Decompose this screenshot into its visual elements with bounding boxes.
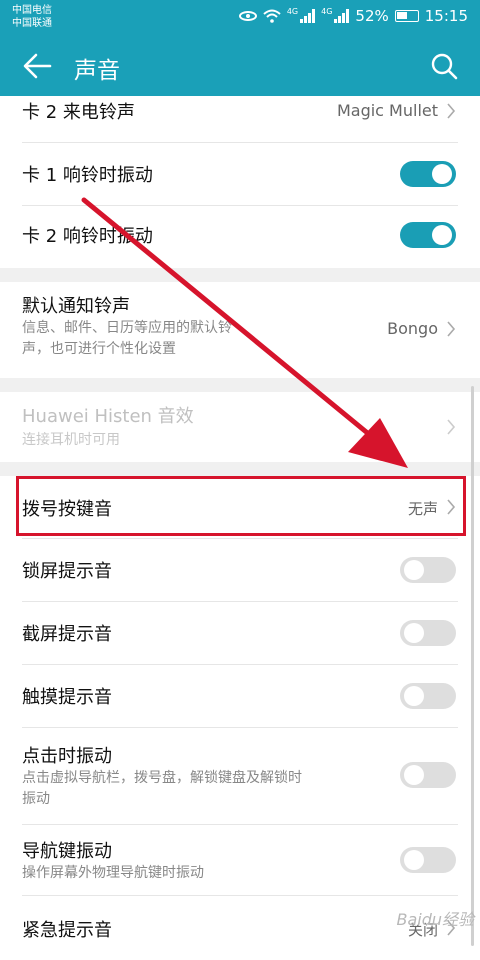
screenshot-sound-toggle[interactable] bbox=[400, 620, 456, 646]
page-title: 声音 bbox=[74, 58, 120, 84]
row-title: 锁屏提示音 bbox=[22, 561, 112, 582]
highlight-box bbox=[16, 476, 466, 536]
settings-row-lock-sound[interactable]: 锁屏提示音 bbox=[0, 539, 480, 601]
card2-vibrate-toggle[interactable] bbox=[400, 222, 456, 248]
row-subtitle: 点击虚拟导航栏，拨号盘，解锁键盘及解锁时 振动 bbox=[22, 770, 302, 807]
battery-icon bbox=[394, 10, 419, 22]
battery-percent: 52% bbox=[355, 7, 389, 25]
carrier-info: 中国电信 中国联通 bbox=[12, 4, 52, 30]
carrier-1: 中国电信 bbox=[12, 5, 52, 16]
row-value: Bongo bbox=[387, 319, 438, 338]
network-type-2: 4G bbox=[321, 7, 333, 16]
touch-sound-toggle[interactable] bbox=[400, 683, 456, 709]
settings-row-histen: Huawei Histen 音效 连接耳机时可用 bbox=[0, 392, 480, 462]
settings-row-navkey-vibrate[interactable]: 导航键振动 操作屏幕外物理导航键时振动 bbox=[0, 825, 480, 895]
settings-row-screenshot-sound[interactable]: 截屏提示音 bbox=[0, 602, 480, 664]
toggle-knob bbox=[404, 765, 424, 785]
section-gap bbox=[0, 268, 480, 282]
eye-comfort-icon bbox=[238, 11, 257, 21]
settings-row-card2-ringtone[interactable]: 卡 2 来电铃声 Magic Mullet bbox=[0, 96, 480, 142]
settings-row-touch-sound[interactable]: 触摸提示音 bbox=[0, 665, 480, 727]
settings-row-card1-vibrate[interactable]: 卡 1 响铃时振动 bbox=[0, 143, 480, 205]
status-bar: 中国电信 中国联通 4G 4G 52% 15:15 bbox=[0, 0, 480, 36]
chevron-right-icon bbox=[447, 103, 456, 119]
chevron-right-icon bbox=[447, 419, 456, 435]
signal-icon-2 bbox=[334, 9, 350, 23]
chevron-right-icon bbox=[447, 321, 456, 337]
wifi-icon bbox=[263, 9, 281, 23]
row-title: 卡 2 响铃时振动 bbox=[22, 226, 153, 247]
row-title: 卡 2 来电铃声 bbox=[22, 102, 135, 123]
row-value: Magic Mullet bbox=[336, 101, 438, 120]
app-header: 声音 bbox=[0, 36, 480, 96]
toggle-knob bbox=[432, 225, 452, 245]
row-title: Huawei Histen 音效 bbox=[22, 406, 194, 427]
signal-icon bbox=[300, 9, 316, 23]
toggle-knob bbox=[404, 623, 424, 643]
row-subtitle: 连接耳机时可用 bbox=[22, 432, 120, 448]
card1-vibrate-toggle[interactable] bbox=[400, 161, 456, 187]
row-subtitle: 信息、邮件、日历等应用的默认铃 声，也可进行个性化设置 bbox=[22, 320, 232, 357]
carrier-2: 中国联通 bbox=[12, 18, 52, 29]
section-gap bbox=[0, 462, 480, 476]
settings-row-click-vibrate[interactable]: 点击时振动 点击虚拟导航栏，拨号盘，解锁键盘及解锁时 振动 bbox=[0, 728, 480, 824]
network-type-1: 4G bbox=[286, 7, 299, 16]
toggle-knob bbox=[404, 850, 424, 870]
navkey-vibrate-toggle[interactable] bbox=[400, 847, 456, 873]
row-title: 紧急提示音 bbox=[22, 920, 112, 941]
clock: 15:15 bbox=[424, 7, 468, 25]
row-subtitle: 操作屏幕外物理导航键时振动 bbox=[22, 865, 204, 881]
row-title: 截屏提示音 bbox=[22, 624, 112, 645]
settings-row-card2-vibrate[interactable]: 卡 2 响铃时振动 bbox=[0, 206, 480, 268]
settings-row-default-notification[interactable]: 默认通知铃声 信息、邮件、日历等应用的默认铃 声，也可进行个性化设置 Bongo bbox=[0, 282, 480, 378]
lock-sound-toggle[interactable] bbox=[400, 557, 456, 583]
toggle-knob bbox=[404, 686, 424, 706]
back-arrow-icon[interactable] bbox=[22, 52, 52, 80]
row-title: 默认通知铃声 bbox=[22, 296, 130, 317]
row-title: 卡 1 响铃时振动 bbox=[22, 165, 153, 186]
scrollbar[interactable] bbox=[471, 386, 474, 946]
search-icon[interactable] bbox=[430, 52, 458, 80]
click-vibrate-toggle[interactable] bbox=[400, 762, 456, 788]
row-title: 点击时振动 bbox=[22, 746, 112, 767]
row-title: 触摸提示音 bbox=[22, 687, 112, 708]
toggle-knob bbox=[404, 560, 424, 580]
row-title: 导航键振动 bbox=[22, 841, 112, 862]
toggle-knob bbox=[432, 164, 452, 184]
watermark: Baidu经验 bbox=[396, 910, 474, 929]
status-icons: 4G 4G 52% 15:15 bbox=[238, 7, 468, 25]
section-gap bbox=[0, 378, 480, 392]
